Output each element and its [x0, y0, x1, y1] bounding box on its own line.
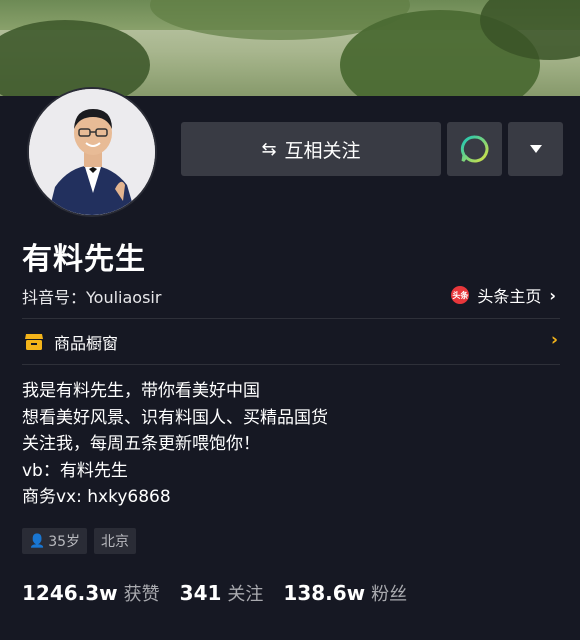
bio-line: 商务vx: hxky6868: [22, 487, 171, 507]
following-stat[interactable]: 341 关注: [180, 580, 264, 606]
bio-line: vb：有料先生: [22, 460, 128, 481]
person-icon: 👤: [29, 533, 46, 549]
likes-count: 1246.3w: [22, 581, 118, 605]
mutual-follow-button[interactable]: ⇆ 互相关注: [181, 122, 441, 176]
toutiao-logo-icon: 头条: [451, 286, 470, 304]
profile-name: 有料先生: [22, 242, 146, 277]
douyin-id: 抖音号：Youliaosir: [22, 288, 162, 307]
chevron-right-icon: ›: [550, 330, 558, 350]
product-showcase-entry[interactable]: 商品橱窗 ›: [22, 330, 560, 354]
chevron-right-icon: ›: [549, 285, 556, 305]
storefront-icon: [25, 334, 43, 350]
profile-tags: 👤 35岁 北京: [22, 528, 143, 554]
location-label: 北京: [101, 534, 130, 550]
followers-count: 138.6w: [283, 581, 366, 605]
message-button[interactable]: [447, 122, 502, 176]
location-tag: 北京: [94, 528, 137, 554]
follow-label: 互相关注: [284, 139, 361, 162]
more-options-button[interactable]: [508, 122, 563, 176]
bio-line: 关注我，每周五条更新喂饱你！: [22, 434, 260, 454]
divider: [22, 364, 560, 365]
age-label: 35岁: [48, 534, 81, 550]
likes-label: 获赞: [123, 584, 160, 605]
profile-stats: 1246.3w 获赞 341 关注 138.6w 粉丝: [22, 580, 427, 606]
age-tag: 👤 35岁: [22, 528, 88, 554]
following-count: 341: [179, 581, 222, 605]
profile-cover-image: [0, 0, 580, 96]
toutiao-homepage-link[interactable]: 头条 头条主页 ›: [451, 283, 556, 307]
toutiao-link-label: 头条主页: [477, 287, 542, 306]
profile-bio: 我是有料先生，带你看美好中国 想看美好风景、识有料国人、买精品国货 关注我，每周…: [22, 378, 328, 511]
followers-stat[interactable]: 138.6w 粉丝: [283, 580, 407, 606]
followers-label: 粉丝: [371, 584, 408, 605]
mutual-follow-icon: ⇆: [261, 138, 277, 160]
bio-line: 想看美好风景、识有料国人、买精品国货: [22, 407, 328, 428]
following-label: 关注: [227, 584, 264, 605]
chat-bubble-icon: [460, 135, 488, 163]
avatar[interactable]: [27, 87, 157, 217]
shop-label: 商品橱窗: [54, 334, 119, 353]
likes-stat[interactable]: 1246.3w 获赞: [22, 580, 160, 606]
bio-line: 我是有料先生，带你看美好中国: [22, 381, 260, 401]
divider: [22, 318, 560, 319]
triangle-down-icon: [529, 145, 542, 153]
